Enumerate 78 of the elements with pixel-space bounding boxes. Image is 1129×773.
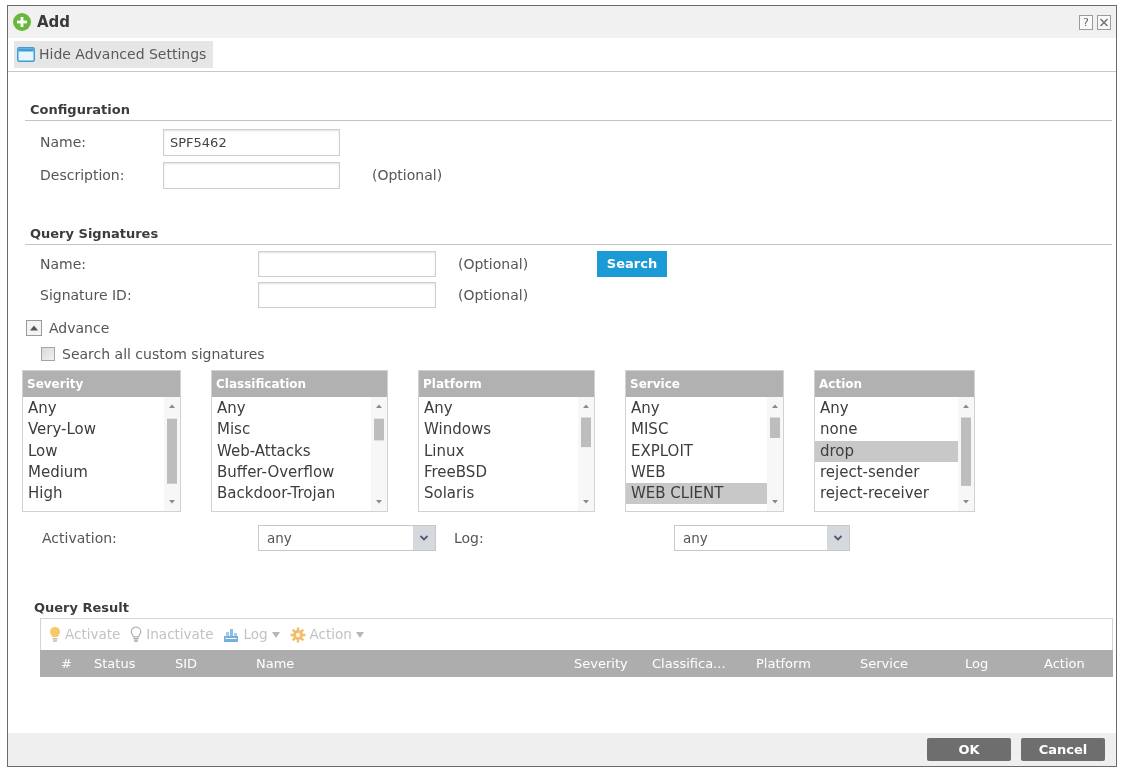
dropdown-select[interactable]: any (258, 525, 436, 551)
dropdown-select[interactable]: any (674, 525, 850, 551)
window-title: Add (37, 11, 71, 33)
ok-button[interactable]: OK (927, 738, 1011, 761)
list-item[interactable]: Any (212, 398, 371, 420)
window-icon (17, 47, 35, 62)
list-item[interactable]: Solaris (419, 483, 578, 505)
caret-up-box-icon[interactable] (26, 320, 42, 336)
list-header: Action (815, 371, 974, 397)
field-label: Description: (40, 166, 126, 185)
list-item[interactable]: Any (23, 398, 164, 420)
scrollbar[interactable] (958, 397, 974, 511)
input-field[interactable] (258, 251, 436, 277)
list-item[interactable]: Web-Attacks (212, 440, 371, 462)
list-item[interactable]: Windows (419, 419, 578, 441)
listbox[interactable]: Service Any MISC EXPLOIT WEB WEB CLIENT (625, 370, 784, 512)
field-label: Log: (454, 528, 485, 548)
scrollbar[interactable] (767, 397, 783, 511)
scrollbar[interactable] (578, 397, 594, 511)
field-label: Signature ID: (40, 285, 133, 305)
input-field[interactable] (258, 282, 436, 308)
list-item[interactable]: EXPLOIT (626, 440, 767, 462)
list-item[interactable]: Buffer-Overflow (212, 461, 371, 484)
plus-circle-icon (13, 13, 31, 31)
close-icon[interactable] (1097, 14, 1111, 30)
list-header: Severity (23, 371, 180, 397)
section-heading: Configuration (30, 102, 130, 117)
lightbulb-icon (49, 626, 61, 643)
optional-note: (Optional) (458, 254, 530, 274)
list-item[interactable]: WEB (626, 461, 767, 484)
list-item[interactable]: Backdoor-Trojan (212, 483, 371, 505)
list-item[interactable]: drop (815, 440, 958, 462)
list-item[interactable]: High (23, 483, 164, 505)
hide-advanced-settings-button[interactable]: Hide Advanced Settings (14, 41, 214, 68)
field-label: Name: (40, 133, 88, 152)
checkbox[interactable] (41, 347, 55, 361)
list-item[interactable]: Misc (212, 419, 371, 441)
section-heading: Query Signatures (30, 226, 159, 241)
log-chart-icon (223, 626, 240, 643)
list-item[interactable]: Any (626, 398, 767, 420)
listbox[interactable]: Platform Any Windows Linux FreeBSD Solaris (418, 370, 595, 512)
list-item[interactable]: Very-Low (23, 419, 164, 441)
list-item[interactable]: Linux (419, 440, 578, 462)
list-item[interactable]: FreeBSD (419, 461, 578, 484)
optional-note: (Optional) (372, 166, 443, 185)
chevron-down-icon (827, 526, 849, 550)
input-field[interactable] (163, 162, 340, 189)
list-item[interactable]: WEB CLIENT (626, 483, 767, 505)
list-item[interactable]: reject-sender (815, 461, 958, 484)
chevron-down-icon (413, 526, 435, 550)
listbox[interactable]: Classification Any Misc Web-Attacks Buffer-Overflow Backdoor-Trojan (211, 370, 388, 512)
list-header: Classification (212, 371, 387, 397)
scrollbar[interactable] (164, 397, 180, 511)
list-header: Platform (419, 371, 594, 397)
input-field[interactable]: SPF5462 (163, 129, 340, 156)
list-item[interactable]: MISC (626, 419, 767, 441)
advance-toggle[interactable]: Advance (49, 317, 110, 339)
field-label: Activation: (42, 528, 118, 548)
list-item[interactable]: Medium (23, 461, 164, 484)
field-label: Name: (40, 254, 88, 274)
list-item[interactable]: none (815, 419, 958, 441)
caret-down-icon (271, 631, 280, 638)
scrollbar[interactable] (371, 397, 387, 511)
cancel-button[interactable]: Cancel (1021, 738, 1105, 761)
listbox[interactable]: Action Any none drop reject-sender reject-receiver (814, 370, 975, 512)
list-header: Service (626, 371, 783, 397)
listbox[interactable]: Severity Any Very-Low Low Medium High (22, 370, 181, 512)
checkbox-label[interactable]: Search all custom signatures (62, 343, 265, 365)
list-item[interactable]: Low (23, 440, 164, 462)
list-item[interactable]: Any (419, 398, 578, 420)
optional-note: (Optional) (458, 285, 530, 305)
section-heading: Query Result (34, 600, 130, 615)
lightbulb-outline-icon (130, 626, 143, 643)
list-item[interactable]: reject-receiver (815, 483, 958, 505)
list-item[interactable]: Any (815, 398, 958, 420)
caret-down-icon (355, 631, 364, 638)
help-button[interactable]: ? (1079, 14, 1093, 30)
gear-icon (289, 626, 306, 643)
